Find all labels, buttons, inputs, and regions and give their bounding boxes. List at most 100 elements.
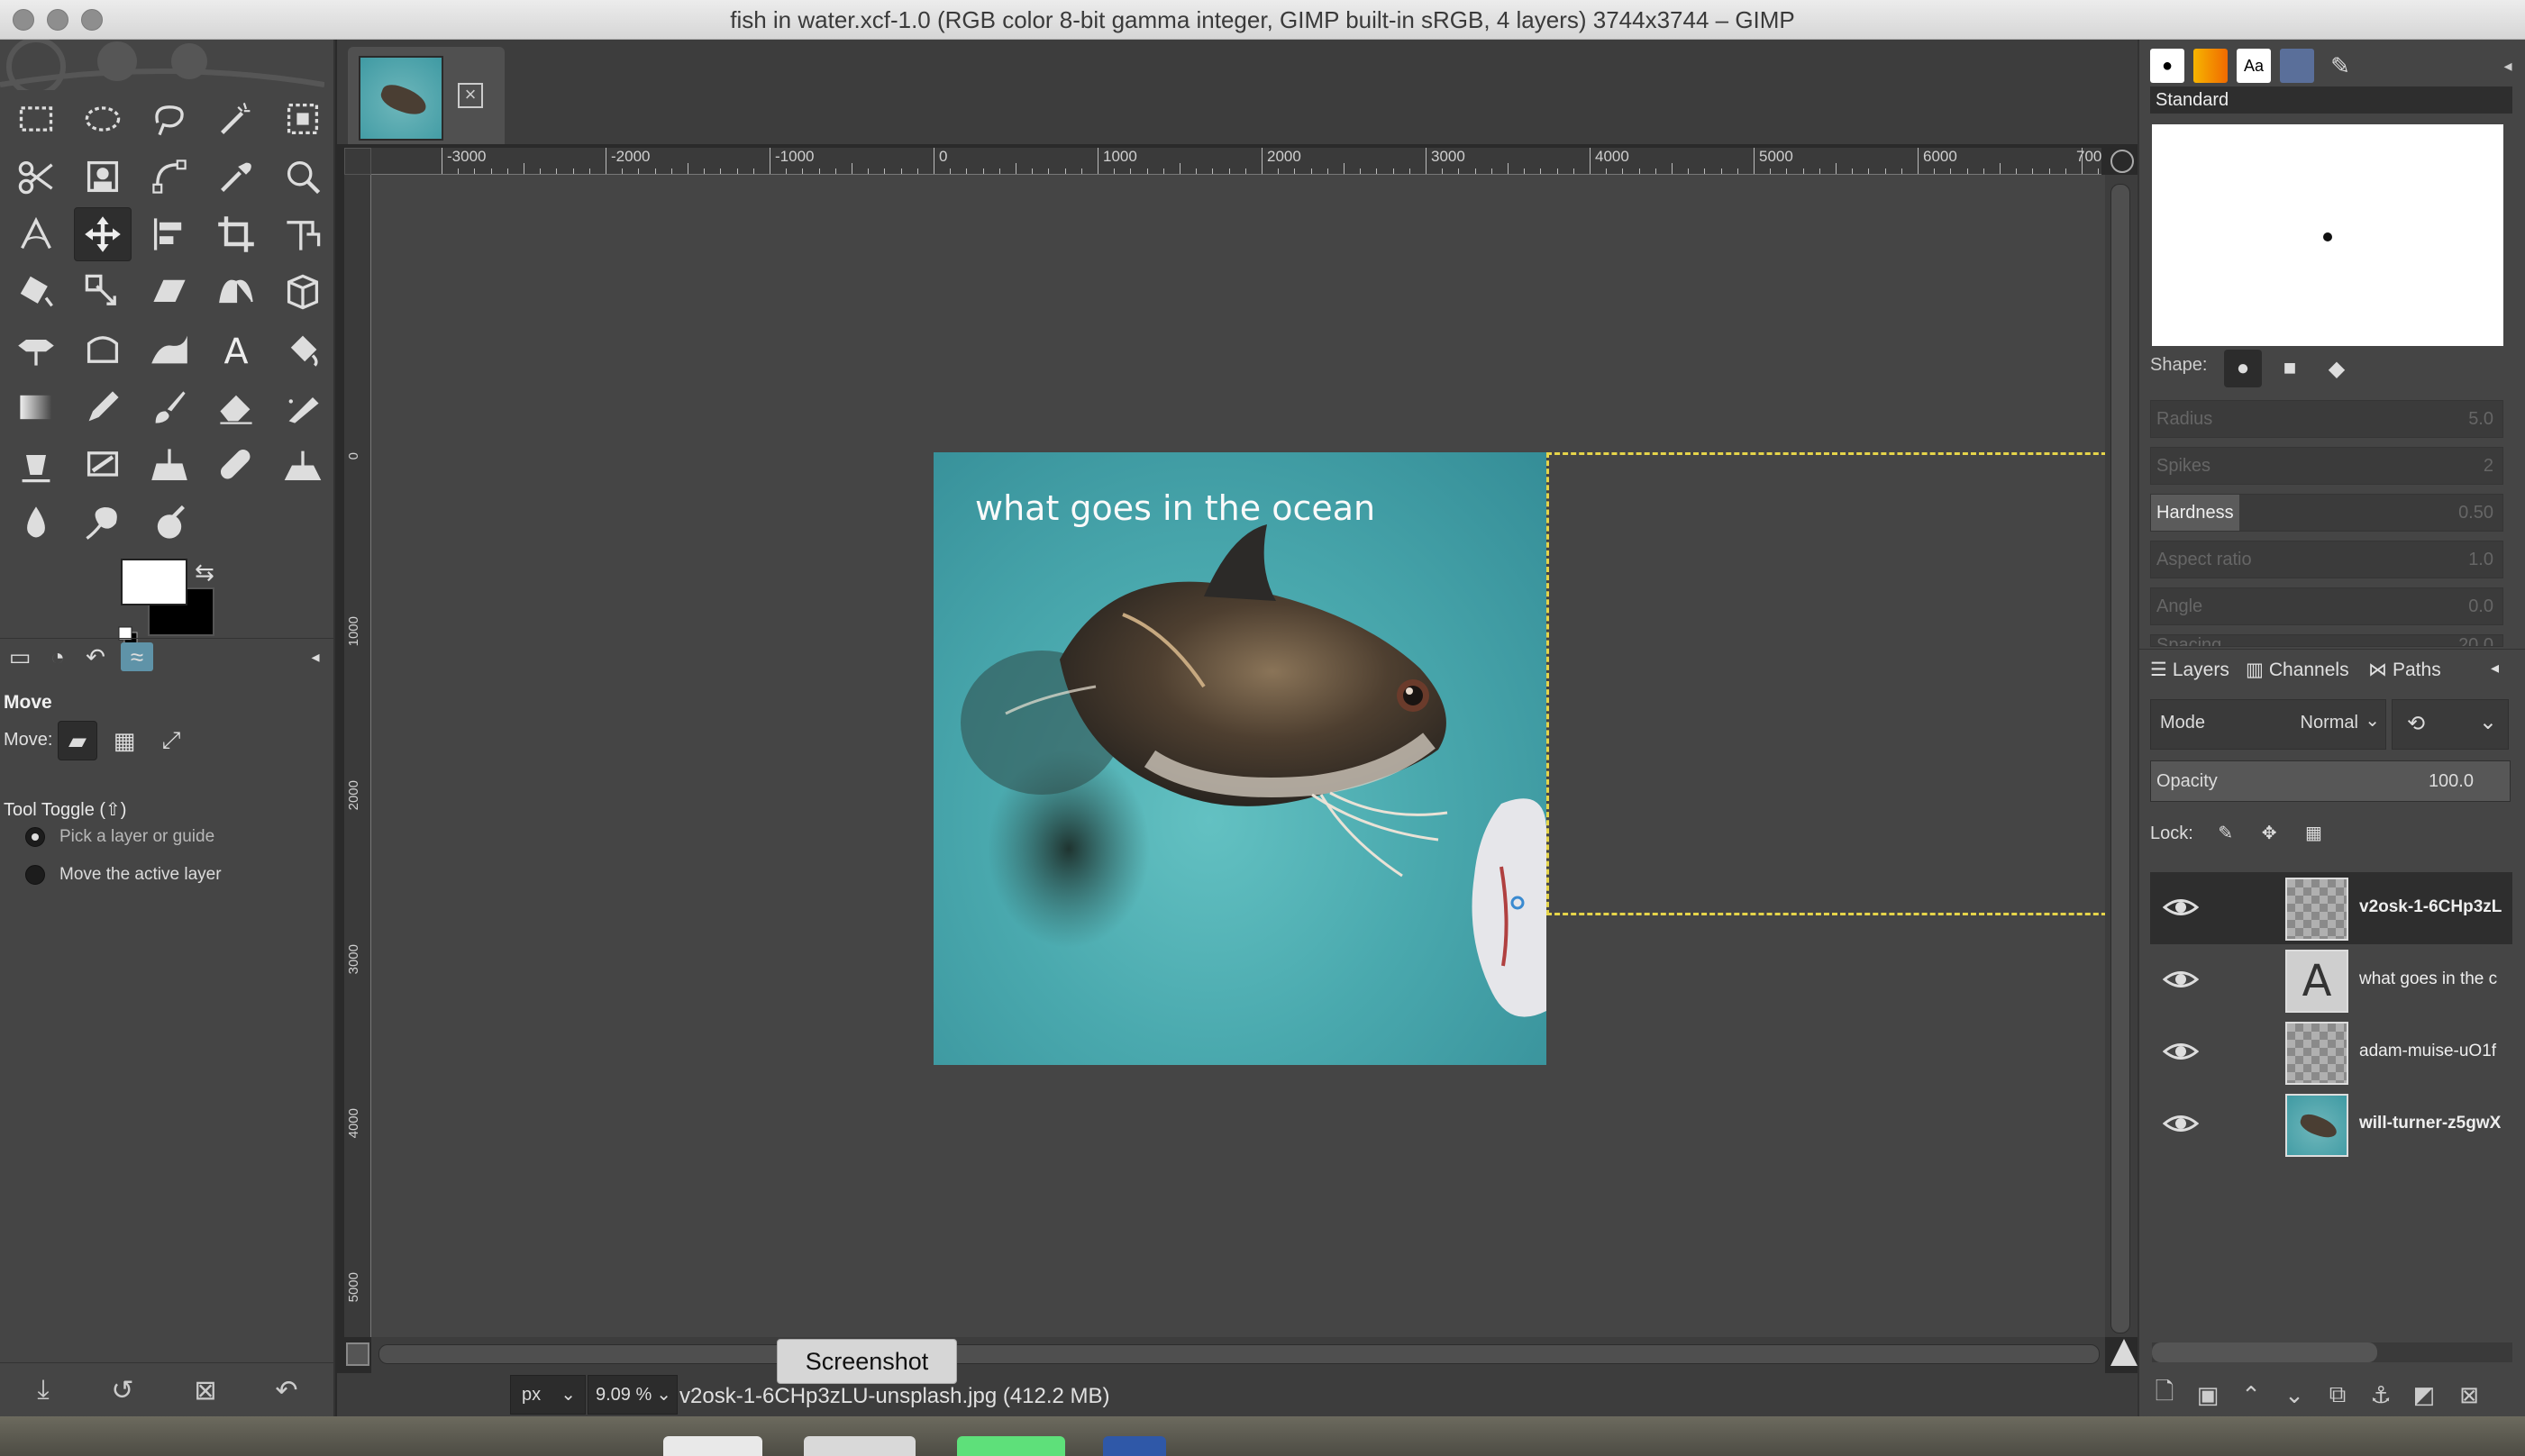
image-content[interactable]: what goes in the ocean <box>934 452 1546 1065</box>
visibility-eye-icon[interactable] <box>2163 894 2199 921</box>
lock-position-icon[interactable]: ✥ <box>2262 824 2277 843</box>
free-select-tool-icon[interactable] <box>141 92 198 146</box>
foreground-color-swatch[interactable] <box>121 559 187 605</box>
unit-select[interactable]: px ⌄ <box>510 1375 586 1415</box>
image-tab[interactable]: × <box>348 47 505 144</box>
tab-paths[interactable]: ⋈ Paths <box>2368 659 2441 681</box>
move-layer-mode-icon[interactable]: ▰ <box>58 721 97 760</box>
zoom-image-when-window-size-changes-icon[interactable] <box>2110 1339 2138 1366</box>
vertical-scroll-thumb[interactable] <box>2110 184 2130 1333</box>
move-active-radio-button[interactable] <box>25 865 45 885</box>
rotate-tool-icon[interactable] <box>7 265 65 319</box>
rect-select-tool-icon[interactable] <box>7 92 65 146</box>
layers-horizontal-scrollbar[interactable] <box>2152 1342 2512 1362</box>
cage-transform-tool-icon[interactable] <box>274 265 332 319</box>
color-picker-tool-icon[interactable] <box>207 150 265 204</box>
clone-tool-icon[interactable] <box>141 438 198 492</box>
perspective-clone-tool-icon[interactable] <box>274 438 332 492</box>
navigate-image-icon[interactable] <box>2110 150 2134 173</box>
move-active-radio[interactable]: Move the active layer <box>25 865 222 885</box>
hardness-field[interactable]: Hardness 0.50 <box>2150 494 2503 532</box>
lock-alpha-icon[interactable]: ▦ <box>2305 824 2322 843</box>
layers-scroll-thumb[interactable] <box>2152 1342 2377 1362</box>
unified-transform-tool-icon[interactable] <box>274 207 332 261</box>
reset-options-icon[interactable]: ↶ <box>267 1372 306 1408</box>
close-image-icon[interactable]: × <box>458 83 483 108</box>
paths-tool-icon[interactable] <box>141 150 198 204</box>
save-options-icon[interactable]: ⤓ <box>23 1372 63 1408</box>
layer-row[interactable]: v2osk-1-6CHp3zL <box>2150 872 2512 944</box>
zoom-select[interactable]: 9.09 % ⌄ <box>588 1375 678 1415</box>
tab-channels[interactable]: ▥ Channels <box>2246 659 2349 681</box>
anchor-layer-icon[interactable]: ⚓ <box>2365 1379 2397 1411</box>
raise-layer-icon[interactable]: ⌃ <box>2235 1379 2267 1411</box>
delete-options-icon[interactable]: ⊠ <box>186 1372 225 1408</box>
device-status-tab-icon[interactable]: ◔ <box>41 642 74 671</box>
aspect-ratio-field[interactable]: Aspect ratio 1.0 <box>2150 541 2503 578</box>
new-layer-icon[interactable]: 🗋 <box>2148 1378 2181 1411</box>
scissors-select-tool-icon[interactable] <box>7 150 65 204</box>
zoom-tool-icon[interactable] <box>274 150 332 204</box>
visibility-eye-icon[interactable] <box>2163 1038 2199 1065</box>
text-tool-icon[interactable]: A <box>207 323 265 377</box>
square-shape-icon[interactable]: ■ <box>2271 350 2309 387</box>
pick-layer-radio-button[interactable] <box>25 827 45 847</box>
visibility-eye-icon[interactable] <box>2163 966 2199 993</box>
undo-history-tab-icon[interactable]: ↶ <box>79 642 112 671</box>
brushes-tab-icon[interactable]: ● <box>2150 49 2184 83</box>
fuzzy-select-tool-icon[interactable] <box>207 92 265 146</box>
gradient-tool-icon[interactable] <box>7 380 65 434</box>
tool-options-tab-icon[interactable]: ▭ <box>4 642 36 671</box>
spacing-field[interactable]: Spacing 20.0 <box>2150 634 2503 647</box>
patterns-tab-icon[interactable] <box>2193 49 2228 83</box>
by-color-select-tool-icon[interactable] <box>274 92 332 146</box>
3d-transform-tool-icon[interactable] <box>74 323 132 377</box>
fonts-tab-icon[interactable]: Aa <box>2237 49 2271 83</box>
delete-layer-icon[interactable]: ⊠ <box>2453 1379 2485 1411</box>
crop-tool-icon[interactable] <box>207 207 265 261</box>
images-tab-icon[interactable]: ≈ <box>121 642 153 671</box>
mypaint-brush-tool-icon[interactable] <box>74 438 132 492</box>
smudge-tool-icon[interactable] <box>74 496 132 550</box>
dodge-burn-tool-icon[interactable] <box>141 496 198 550</box>
move-selection-mode-icon[interactable]: ▦ <box>105 721 144 760</box>
vertical-scrollbar[interactable] <box>2105 175 2138 1337</box>
foreground-select-tool-icon[interactable] <box>74 150 132 204</box>
paintbrush-tool-icon[interactable] <box>141 380 198 434</box>
tab-layers[interactable]: ☰ Layers <box>2150 659 2229 681</box>
ruler-corner-icon[interactable] <box>344 148 371 175</box>
angle-field[interactable]: Angle 0.0 <box>2150 587 2503 625</box>
pick-layer-radio[interactable]: Pick a layer or guide <box>25 827 214 847</box>
ink-tool-icon[interactable] <box>7 438 65 492</box>
measure-tool-icon[interactable] <box>7 207 65 261</box>
add-mask-icon[interactable]: ◩ <box>2408 1379 2440 1411</box>
flip-tool-icon[interactable] <box>207 265 265 319</box>
move-path-mode-icon[interactable]: ⤢ <box>151 721 191 760</box>
layer-row[interactable]: will-turner-z5gwX <box>2150 1088 2512 1160</box>
horizontal-scrollbar[interactable] <box>371 1337 2105 1373</box>
diamond-shape-icon[interactable]: ◆ <box>2318 350 2356 387</box>
layer-mode-select[interactable]: Mode Normal ⌄ <box>2150 699 2386 750</box>
duplicate-layer-icon[interactable]: ⧉ <box>2321 1379 2354 1411</box>
horizontal-scroll-thumb[interactable] <box>378 1344 2100 1364</box>
scale-tool-icon[interactable] <box>74 265 132 319</box>
perspective-tool-icon[interactable] <box>7 323 65 377</box>
airbrush-tool-icon[interactable] <box>274 380 332 434</box>
image-canvas[interactable]: what goes in the ocean <box>371 175 2105 1337</box>
composite-mode-select[interactable]: ⟲ ⌄ <box>2392 699 2509 750</box>
paint-dynamics-tab-icon[interactable]: ✎ <box>2323 49 2357 83</box>
quick-mask-toggle-icon[interactable] <box>346 1342 369 1366</box>
lock-pixels-icon[interactable]: ✎ <box>2218 824 2233 843</box>
restore-options-icon[interactable]: ↺ <box>103 1372 142 1408</box>
shear-tool-icon[interactable] <box>141 265 198 319</box>
layer-row[interactable]: adam-muise-uO1f <box>2150 1016 2512 1088</box>
swap-colors-icon[interactable]: ⇆ <box>195 559 214 587</box>
brush-preview[interactable] <box>2152 124 2503 346</box>
layer-row[interactable]: A what goes in the c <box>2150 944 2512 1016</box>
dock-app-icon[interactable] <box>957 1436 1065 1456</box>
dock-menu-icon[interactable]: ◂ <box>2491 49 2525 83</box>
heal-tool-icon[interactable] <box>207 438 265 492</box>
bucket-fill-tool-icon[interactable] <box>274 323 332 377</box>
vertical-ruler[interactable]: 0 1000 2000 3000 4000 5000 <box>344 175 371 1337</box>
dock-app-icon[interactable] <box>663 1436 762 1456</box>
